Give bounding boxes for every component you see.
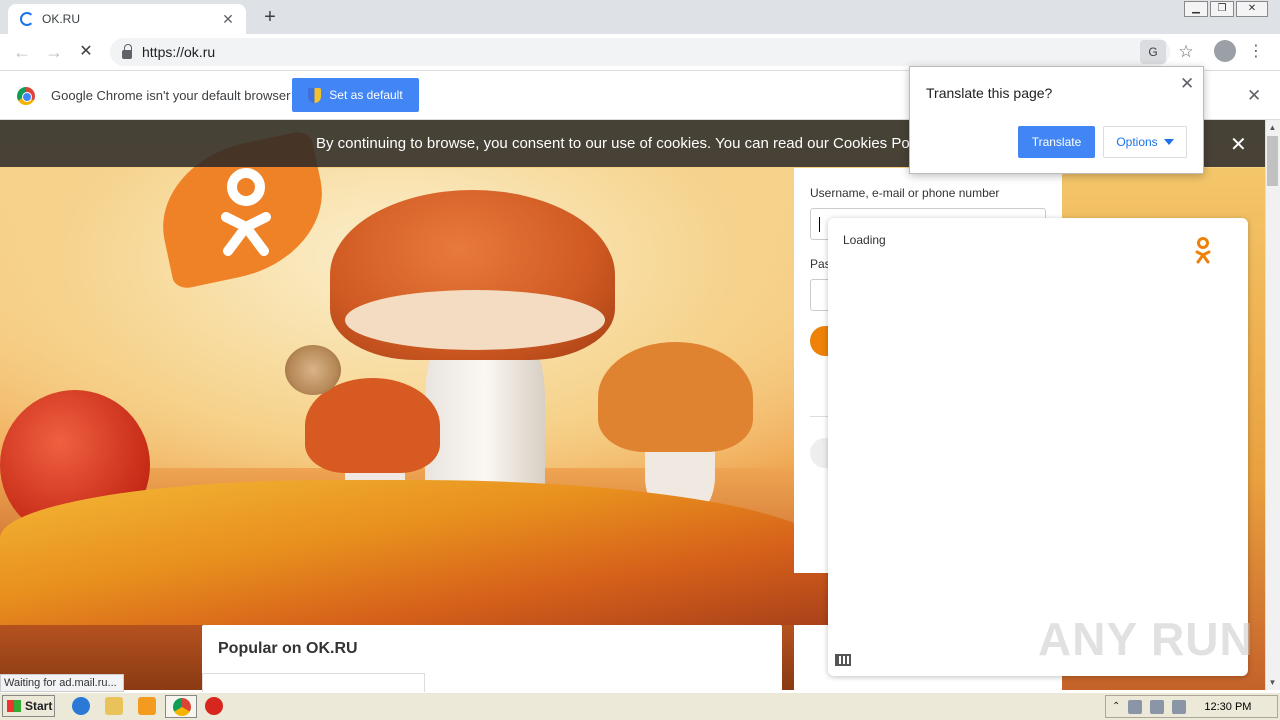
loading-popup <box>828 218 1248 676</box>
profile-avatar-icon[interactable] <box>1214 40 1236 62</box>
loading-text: Loading <box>843 233 886 247</box>
status-bubble: Waiting for ad.mail.ru... <box>0 674 124 692</box>
chrome-logo-icon <box>17 87 35 105</box>
start-label: Start <box>25 699 53 713</box>
forward-button[interactable]: → <box>42 41 66 65</box>
ok-small-logo-icon <box>1195 237 1211 264</box>
popular-item-box[interactable] <box>202 673 425 693</box>
scroll-up-arrow-icon[interactable]: ▲ <box>1265 121 1280 135</box>
bookmark-star-icon[interactable]: ☆ <box>1176 40 1196 64</box>
antivirus-alert-icon[interactable] <box>205 697 223 715</box>
start-button[interactable]: Start <box>2 695 55 717</box>
file-explorer-icon[interactable] <box>105 697 123 715</box>
translate-icon[interactable]: G <box>1140 40 1166 64</box>
qr-code-icon[interactable] <box>835 654 851 666</box>
infobar-close-icon[interactable]: ✕ <box>1247 86 1261 106</box>
uac-shield-icon <box>308 87 322 103</box>
network-icon[interactable] <box>1128 699 1143 714</box>
chrome-menu-icon[interactable]: ⋮ <box>1248 40 1264 64</box>
chrome-taskbar-icon <box>173 698 191 716</box>
dropdown-caret-icon <box>1163 139 1174 145</box>
action-center-flag-icon[interactable] <box>1172 699 1187 714</box>
media-player-icon[interactable] <box>138 697 156 715</box>
tab-title: OK.RU <box>42 12 81 26</box>
text-caret <box>819 217 820 232</box>
mushroom-cap-small-right <box>598 342 753 452</box>
mushroom-gills-large <box>345 290 605 350</box>
window-close-button[interactable]: ✕ <box>1236 1 1268 17</box>
system-tray: ⌃ 12:30 PM <box>1105 695 1278 718</box>
set-as-default-button[interactable]: Set as default <box>292 78 419 112</box>
ok-logo-icon <box>221 168 271 256</box>
set-as-default-label: Set as default <box>329 88 403 102</box>
tab-ok-ru[interactable]: OK.RU ✕ <box>8 4 246 34</box>
stop-loading-button[interactable]: ✕ <box>74 41 98 65</box>
scroll-thumb[interactable] <box>1267 136 1278 186</box>
popular-title: Popular on OK.RU <box>218 640 358 657</box>
new-tab-button[interactable]: + <box>258 6 282 30</box>
scroll-down-arrow-icon[interactable]: ▼ <box>1265 676 1280 690</box>
restore-button[interactable]: ❐ <box>1210 1 1234 17</box>
cookie-bar-close-icon[interactable]: ✕ <box>1230 132 1247 157</box>
translate-popup-title: Translate this page? <box>926 85 1053 101</box>
translate-popup-close-icon[interactable]: ✕ <box>1180 74 1194 94</box>
cookie-consent-text: By continuing to browse, you consent to … <box>316 135 932 152</box>
translate-button[interactable]: Translate <box>1018 126 1095 158</box>
options-label: Options <box>1116 135 1158 149</box>
lock-icon[interactable] <box>122 43 132 59</box>
clock[interactable]: 12:30 PM <box>1204 701 1251 713</box>
translate-options-button[interactable]: Options <box>1103 126 1187 158</box>
back-button[interactable]: ← <box>10 41 34 65</box>
tray-expand-icon[interactable]: ⌃ <box>1112 701 1120 712</box>
autumn-leaves-ground <box>0 480 830 625</box>
minimize-button[interactable]: ▁ <box>1184 1 1208 17</box>
tab-close-icon[interactable]: ✕ <box>220 11 236 28</box>
address-bar[interactable]: https://ok.ru <box>110 38 1170 66</box>
loading-spinner-icon <box>20 12 34 26</box>
url-text: https://ok.ru <box>142 44 216 60</box>
windows-logo-icon <box>7 700 21 712</box>
internet-explorer-icon[interactable] <box>72 697 90 715</box>
anyrun-watermark: ANY RUN <box>1038 613 1254 665</box>
translate-button-label: Translate <box>1031 135 1082 149</box>
snail-illustration <box>285 345 341 395</box>
taskbar-chrome-button[interactable] <box>165 695 197 718</box>
infobar-message: Google Chrome isn't your default browser <box>51 88 291 103</box>
page-scrollbar[interactable] <box>1265 120 1280 690</box>
username-label: Username, e-mail or phone number <box>810 186 1000 200</box>
volume-icon[interactable] <box>1150 699 1165 714</box>
